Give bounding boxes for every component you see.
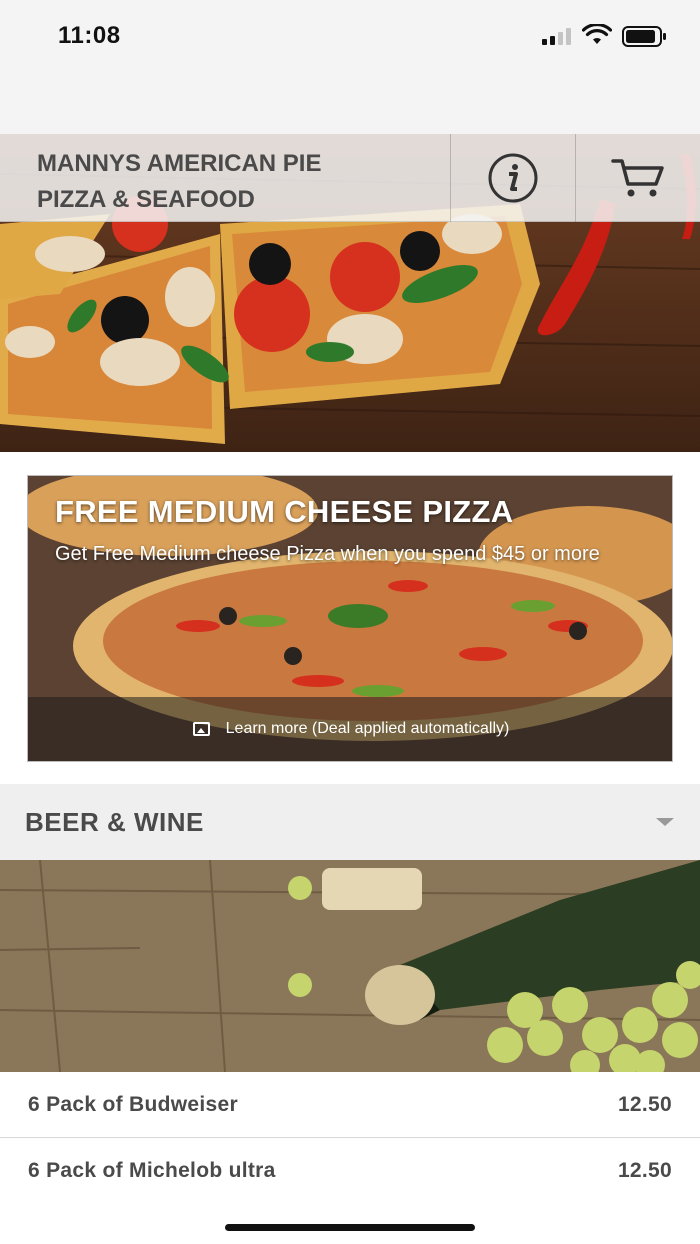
cellular-signal-icon xyxy=(542,27,574,45)
category-title: BEER & WINE xyxy=(25,806,204,837)
hero-banner: MANNYS AMERICAN PIE PIZZA & SEAFOOD xyxy=(0,134,700,452)
menu-list: 6 Pack of Budweiser 12.50 6 Pack of Mich… xyxy=(0,1072,700,1204)
category-header-beer-wine[interactable]: BEER & WINE xyxy=(0,784,700,860)
restaurant-name-line1: MANNYS AMERICAN PIE xyxy=(37,150,322,177)
beer-wine-category-image xyxy=(0,860,700,1072)
info-button[interactable] xyxy=(450,134,575,222)
menu-item-name: 6 Pack of Michelob ultra xyxy=(28,1159,276,1182)
restaurant-name-line2: PIZZA & SEAFOOD xyxy=(37,186,255,213)
promo-description: Get Free Medium cheese Pizza when you sp… xyxy=(55,543,600,565)
menu-item-name: 6 Pack of Budweiser xyxy=(28,1092,238,1116)
cart-button[interactable] xyxy=(575,134,700,222)
promo-title: FREE MEDIUM CHEESE PIZZA xyxy=(55,494,514,529)
restaurant-name: MANNYS AMERICAN PIE PIZZA & SEAFOOD xyxy=(0,134,450,221)
header-bar: MANNYS AMERICAN PIE PIZZA & SEAFOOD xyxy=(0,134,700,222)
wine-bottle-image xyxy=(0,860,700,1072)
menu-item-price: 12.50 xyxy=(617,1092,672,1116)
menu-item[interactable]: 6 Pack of Budweiser 12.50 xyxy=(0,1072,700,1138)
menu-item[interactable]: 6 Pack of Michelob ultra 12.50 xyxy=(0,1138,700,1204)
wifi-icon xyxy=(582,24,612,44)
menu-item-price: 12.50 xyxy=(617,1159,672,1182)
cart-icon xyxy=(611,159,664,197)
status-time: 11:08 xyxy=(58,22,121,49)
status-bar: 11:08 xyxy=(0,0,700,134)
image-icon xyxy=(192,722,210,736)
promo-card[interactable]: FREE MEDIUM CHEESE PIZZA Get Free Medium… xyxy=(27,475,673,762)
home-indicator[interactable] xyxy=(225,1224,475,1231)
learn-more-text: Learn more (Deal applied automatically) xyxy=(225,720,510,737)
learn-more-link[interactable]: Learn more (Deal applied automatically) xyxy=(28,697,672,761)
chevron-down-icon xyxy=(656,818,674,826)
info-icon xyxy=(488,153,538,203)
battery-icon xyxy=(622,26,666,47)
